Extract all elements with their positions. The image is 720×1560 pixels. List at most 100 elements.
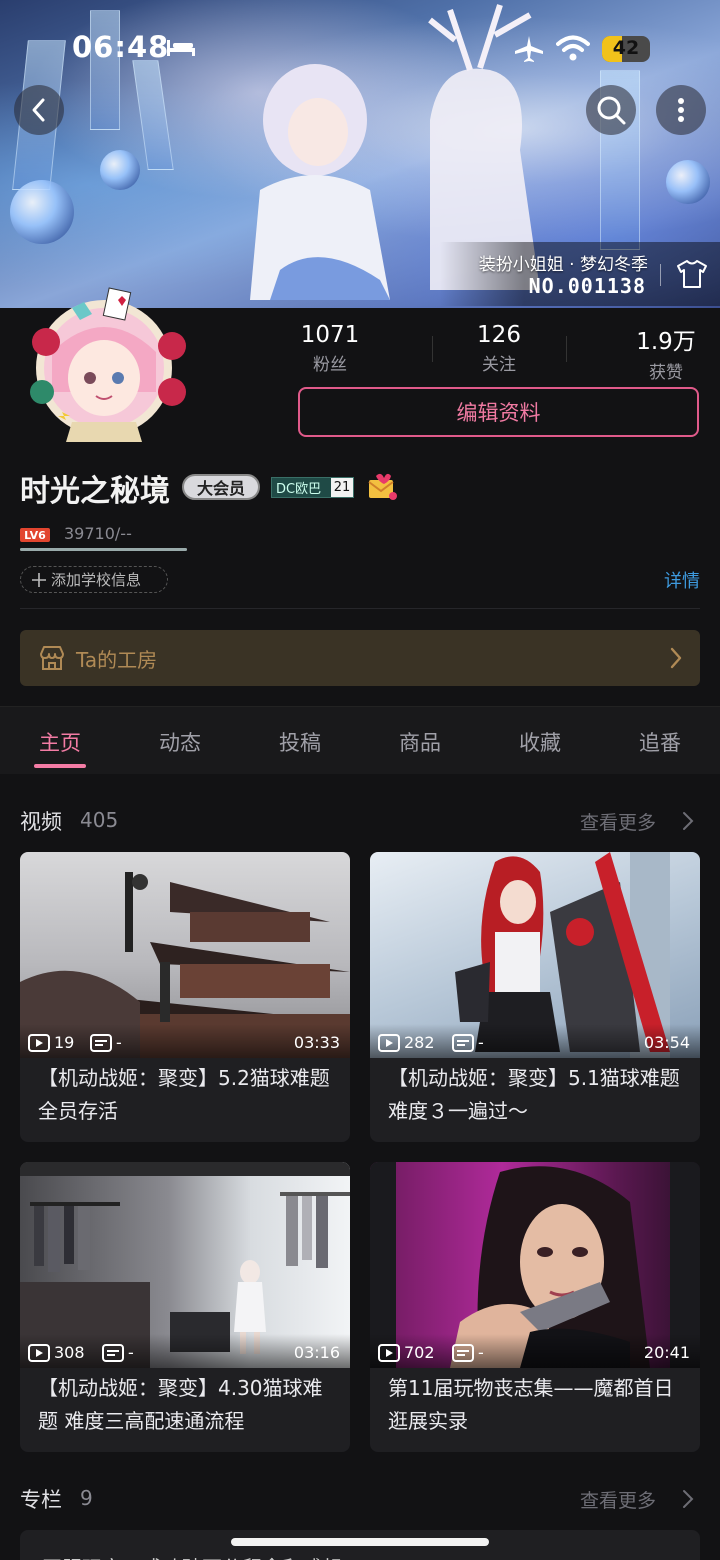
video-thumbnail: 702 - 20:41 [370,1162,700,1368]
vertical-dots-icon [678,98,684,122]
banner-art-orb [100,150,140,190]
column-see-more-link[interactable]: 查看更多 [580,1486,656,1513]
play-count-icon [28,1033,50,1052]
suit-name[interactable]: 装扮小姐姐 · 梦幻冬季 [479,250,648,275]
video-duration: 03:33 [293,1033,340,1052]
wifi-icon [556,35,590,61]
video-title: 【机动战姬：聚变】5.1猫球难题难度３一遍过～ [388,1066,680,1123]
danmu-count-value: - [128,1343,134,1362]
stat-value: 1.9万 [636,329,696,355]
more-options-button[interactable] [656,85,706,135]
video-title: 【机动战姬：聚变】5.2猫球难题 全员存活 [38,1066,330,1123]
tab-home[interactable]: 主页 [0,727,120,757]
play-count-icon [378,1343,400,1362]
banner-art-orb [10,180,74,244]
status-time: 06:48 [72,30,170,64]
vip-badge[interactable]: 大会员 [182,474,260,500]
chevron-left-icon [32,98,45,122]
chevron-right-icon[interactable] [682,811,694,831]
danmu-count-icon [452,1343,474,1362]
search-button[interactable] [586,85,636,135]
battery-indicator: 42 [602,36,650,62]
username: 时光之秘境 [20,474,170,509]
add-school-button[interactable]: 添加学校信息 [20,566,168,593]
active-tab-indicator [34,764,86,768]
level-badge: LV6 [20,528,50,542]
video-card[interactable]: 308 - 03:16 【机动战姬：聚变】4.30猫球难题 难度三高配速通流程 [20,1162,350,1452]
danmu-count: - [452,1033,484,1052]
fan-medal-label: DC欧巴 [276,482,322,497]
stat-value: 126 [477,322,521,348]
video-duration: 03:54 [643,1033,690,1052]
stat-value: 1071 [300,322,360,348]
edit-profile-button[interactable]: 编辑资料 [298,387,699,437]
divider [660,264,661,286]
stat-likes[interactable]: 1.9万 获赞 [606,322,720,383]
video-thumbnail: 308 - 03:16 [20,1162,350,1368]
profile-details-link[interactable]: 详情 [664,567,700,593]
exp-text: 39710/-- [64,524,132,543]
danmu-count-icon [90,1033,112,1052]
play-count-value: 308 [54,1343,85,1362]
outfit-shirt-icon[interactable] [676,258,708,290]
column-article-title: 开服玩家：成功破万分留念和感想 [42,1552,342,1560]
suit-number[interactable]: NO.001138 [529,274,646,298]
video-title: 第11届玩物丧志集——魔都首日逛展实录 [388,1376,674,1433]
video-title: 【机动战姬：聚变】4.30猫球难题 难度三高配速通流程 [38,1376,323,1433]
tab-anime-follow[interactable]: 追番 [600,727,720,757]
chevron-right-icon[interactable] [682,1489,694,1509]
back-button[interactable] [14,85,64,135]
status-bar: 06:48 42 [0,0,720,96]
shop-icon [40,646,64,670]
workshop-entry[interactable]: Ta的工房 [20,630,700,686]
tab-favorites[interactable]: 收藏 [480,727,600,757]
video-card[interactable]: 282 - 03:54 【机动战姬：聚变】5.1猫球难题难度３一遍过～ [370,852,700,1142]
stat-label: 获赞 [649,363,683,383]
play-count: 19 [28,1033,74,1052]
envelope-decoration-icon[interactable] [366,472,398,502]
divider [20,608,700,609]
divider [432,336,433,362]
video-card[interactable]: 19 - 03:33 【机动战姬：聚变】5.2猫球难题 全员存活 [20,852,350,1142]
danmu-count-value: - [116,1033,122,1052]
search-icon [597,96,626,125]
workshop-label: Ta的工房 [76,647,158,672]
play-count: 308 [28,1343,85,1362]
avatar[interactable] [22,282,196,448]
video-duration: 03:16 [293,1343,340,1362]
profile-tabs: 主页 动态 投稿 商品 收藏 追番 [0,706,720,774]
video-thumbnail: 282 - 03:54 [370,852,700,1058]
play-count-value: 19 [54,1033,75,1052]
column-section-title: 专栏 [20,1488,62,1512]
play-count: 702 [378,1343,435,1362]
video-card[interactable]: 702 - 20:41 第11届玩物丧志集——魔都首日逛展实录 [370,1162,700,1452]
tab-submissions[interactable]: 投稿 [240,727,360,757]
battery-level: 42 [612,37,640,59]
profile-banner[interactable]: 06:48 42 装扮小姐姐 · 梦幻冬季 NO.001138 [0,0,720,308]
stat-label: 粉丝 [313,355,347,375]
home-indicator[interactable] [231,1538,489,1546]
tab-activity[interactable]: 动态 [120,727,240,757]
chevron-right-icon [670,647,682,669]
tab-products[interactable]: 商品 [360,727,480,757]
video-duration: 20:41 [643,1343,690,1362]
plus-icon [32,572,46,587]
fan-medal-badge[interactable]: DC欧巴 21 [271,477,354,498]
danmu-count: - [102,1343,134,1362]
column-count: 9 [80,1486,93,1510]
stat-label: 关注 [482,355,516,375]
videos-see-more-link[interactable]: 查看更多 [580,808,656,835]
airplane-mode-icon [515,36,543,62]
play-count-icon [378,1033,400,1052]
stat-following[interactable]: 126 关注 [439,322,559,375]
video-thumbnail: 19 - 03:33 [20,852,350,1058]
stat-followers[interactable]: 1071 粉丝 [270,322,390,375]
danmu-count: - [90,1033,122,1052]
play-count-icon [28,1343,50,1362]
play-count: 282 [378,1033,435,1052]
fan-medal-level: 21 [331,478,353,497]
play-count-value: 282 [404,1033,435,1052]
sleep-mode-icon [167,40,195,56]
danmu-count-value: - [478,1033,484,1052]
banner-art-orb [666,160,710,204]
